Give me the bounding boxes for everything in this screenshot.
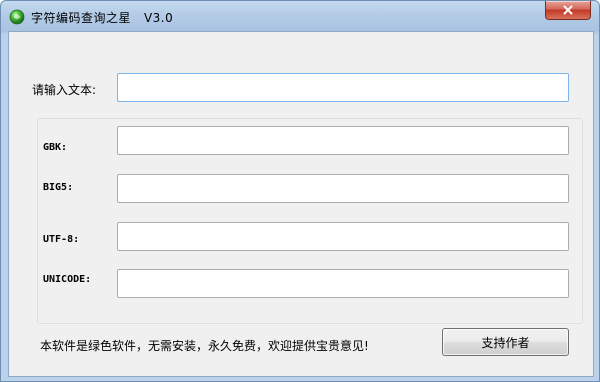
gbk-field[interactable]: [117, 126, 569, 155]
client-area: 请输入文本: GBK: BIG5: UTF-8: UNICODE: 本软件是绿色…: [8, 31, 594, 377]
close-icon: [563, 5, 573, 15]
footer-notice: 本软件是绿色软件，无需安装，永久免费，欢迎提供宝贵意见!: [40, 339, 369, 353]
unicode-field[interactable]: [117, 269, 569, 298]
unicode-label: UNICODE:: [43, 274, 92, 285]
input-label: 请输入文本:: [32, 83, 97, 97]
close-button[interactable]: [545, 1, 591, 20]
utf8-label: UTF-8:: [43, 234, 80, 245]
support-author-button[interactable]: 支持作者: [442, 328, 569, 356]
green-orb-icon: [9, 9, 25, 25]
big5-field[interactable]: [117, 174, 569, 203]
utf8-field[interactable]: [117, 222, 569, 251]
gbk-label: GBK:: [43, 142, 68, 153]
big5-label: BIG5:: [43, 182, 74, 193]
text-input[interactable]: [117, 73, 569, 102]
window-title: 字符编码查询之星 V3.0: [31, 11, 174, 25]
title-bar[interactable]: 字符编码查询之星 V3.0: [1, 1, 599, 31]
app-window: 字符编码查询之星 V3.0 请输入文本: GBK: BIG5: UTF-8: U…: [0, 0, 600, 382]
